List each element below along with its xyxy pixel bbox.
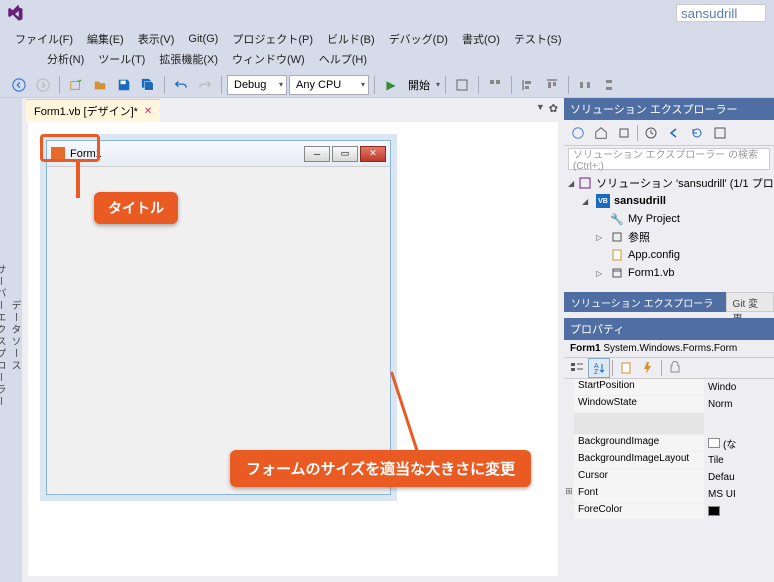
menu-git[interactable]: Git(G) bbox=[181, 31, 225, 47]
vspacing[interactable] bbox=[598, 74, 620, 96]
align-btn1[interactable] bbox=[484, 74, 506, 96]
tab-label: Form1.vb [デザイン]* bbox=[34, 103, 138, 119]
side-tab-server[interactable]: サーバーエクスプローラー bbox=[0, 264, 7, 408]
wrench-icon: 🔧 bbox=[610, 212, 624, 226]
se-house-icon[interactable] bbox=[591, 123, 611, 143]
redo-button[interactable] bbox=[194, 74, 216, 96]
start-label[interactable]: 開始 bbox=[404, 77, 434, 93]
menu-extensions[interactable]: 拡張機能(X) bbox=[152, 49, 225, 69]
side-tabs: データソース サーバーエクスプローラー ツールボックス bbox=[0, 98, 22, 582]
form-file-icon bbox=[610, 266, 624, 280]
vs-logo-icon bbox=[6, 5, 24, 23]
anno-size: フォームのサイズを適当な大きさに変更 bbox=[230, 450, 531, 487]
expander-icon[interactable]: ▷ bbox=[596, 233, 606, 242]
color-swatch bbox=[708, 506, 720, 516]
save-button[interactable] bbox=[113, 74, 135, 96]
tree-project[interactable]: ◢ VB sansudrill bbox=[568, 192, 770, 210]
color-swatch bbox=[708, 438, 720, 448]
form-designer[interactable]: Form1 ─ ▭ ✕ タイトル bbox=[28, 122, 558, 576]
minimize-icon: ─ bbox=[304, 146, 330, 162]
menu-project[interactable]: プロジェクト(P) bbox=[225, 29, 320, 49]
anno-title-highlight bbox=[40, 134, 100, 162]
align-left[interactable] bbox=[517, 74, 539, 96]
main-toolbar: Debug Any CPU ▶ 開始 ▾ bbox=[0, 72, 774, 98]
expander-icon[interactable]: ▷ bbox=[596, 269, 606, 278]
tab-options-icon[interactable]: ✿ bbox=[549, 102, 558, 115]
menu-tools[interactable]: ツール(T) bbox=[91, 49, 152, 69]
tab-form1-design[interactable]: Form1.vb [デザイン]* ✕ bbox=[26, 99, 160, 122]
se-home-icon[interactable] bbox=[568, 123, 588, 143]
tab-dropdown-icon[interactable]: ▼ bbox=[536, 102, 545, 115]
expander-icon[interactable]: ◢ bbox=[582, 197, 592, 206]
menu-analyze[interactable]: 分析(N) bbox=[40, 49, 91, 69]
document-tabs: Form1.vb [デザイン]* ✕ ▼ ✿ bbox=[22, 98, 564, 122]
events-icon[interactable] bbox=[637, 358, 659, 378]
open-button[interactable] bbox=[89, 74, 111, 96]
maximize-icon: ▭ bbox=[332, 146, 358, 162]
nav-fwd-button[interactable] bbox=[32, 74, 54, 96]
menu-format[interactable]: 書式(O) bbox=[455, 29, 507, 49]
new-project-button[interactable] bbox=[65, 74, 87, 96]
nav-back-button[interactable] bbox=[8, 74, 30, 96]
solution-icon bbox=[578, 176, 592, 190]
config-icon bbox=[610, 248, 624, 262]
se-nav-back[interactable] bbox=[664, 123, 684, 143]
config-combo[interactable]: Debug bbox=[227, 75, 287, 95]
tree-solution[interactable]: ◢ ソリューション 'sansudrill' (1/1 プロジェ bbox=[568, 174, 770, 192]
alphabetical-icon[interactable]: AZ bbox=[588, 358, 610, 378]
menu-window[interactable]: ウィンドウ(W) bbox=[225, 49, 312, 69]
reference-icon bbox=[610, 230, 624, 244]
close-window-icon: ✕ bbox=[360, 146, 386, 162]
tree-myproject[interactable]: 🔧 My Project bbox=[568, 210, 770, 228]
anno-title-line bbox=[76, 162, 80, 198]
se-tab-solution[interactable]: ソリューション エクスプローラー bbox=[564, 292, 726, 312]
expander-icon[interactable]: ◢ bbox=[568, 179, 574, 188]
menu-view[interactable]: 表示(V) bbox=[131, 29, 182, 49]
tree-appconfig[interactable]: App.config bbox=[568, 246, 770, 264]
expand-icon[interactable]: ⊞ bbox=[564, 486, 574, 502]
platform-combo[interactable]: Any CPU bbox=[289, 75, 369, 95]
menu-row-2: 分析(N) ツール(T) 拡張機能(X) ウィンドウ(W) ヘルプ(H) bbox=[0, 50, 774, 72]
props-page-icon[interactable] bbox=[615, 358, 637, 378]
se-history-icon[interactable] bbox=[641, 123, 661, 143]
tree-form1vb[interactable]: ▷ Form1.vb bbox=[568, 264, 770, 282]
se-bottom-tabs: ソリューション エクスプローラー Git 変更 bbox=[564, 292, 774, 312]
solution-tree: ◢ ソリューション 'sansudrill' (1/1 プロジェ ◢ VB sa… bbox=[564, 172, 774, 292]
titlebar bbox=[0, 0, 774, 28]
menu-build[interactable]: ビルド(B) bbox=[320, 29, 382, 49]
align-top[interactable] bbox=[541, 74, 563, 96]
menu-help[interactable]: ヘルプ(H) bbox=[312, 49, 374, 69]
se-tab-git[interactable]: Git 変更 bbox=[726, 292, 774, 312]
menu-edit[interactable]: 編集(E) bbox=[80, 29, 131, 49]
categorized-icon[interactable] bbox=[566, 358, 588, 378]
se-refresh-icon[interactable] bbox=[687, 123, 707, 143]
hspacing[interactable] bbox=[574, 74, 596, 96]
anno-title: タイトル bbox=[94, 192, 178, 224]
solution-explorer-header: ソリューション エクスプローラー bbox=[564, 98, 774, 120]
menu-test[interactable]: テスト(S) bbox=[507, 29, 569, 49]
save-all-button[interactable] bbox=[137, 74, 159, 96]
search-input[interactable] bbox=[676, 4, 766, 22]
undo-button[interactable] bbox=[170, 74, 192, 96]
menu-row-1: ファイル(F) 編集(E) 表示(V) Git(G) プロジェクト(P) ビルド… bbox=[0, 28, 774, 50]
vb-project-icon: VB bbox=[596, 194, 610, 208]
solution-search[interactable]: ソリューション エクスプローラー の検索 (Ctrl+;) bbox=[568, 148, 770, 170]
properties-grid[interactable]: StartPositionWindo WindowStateNorm Backg… bbox=[564, 379, 774, 582]
prop-extra-icon[interactable] bbox=[664, 358, 686, 378]
menu-debug[interactable]: デバッグ(D) bbox=[382, 29, 455, 49]
se-sync-icon[interactable] bbox=[614, 123, 634, 143]
properties-target: Form1 Form1 System.Windows.Forms.FormSys… bbox=[564, 340, 774, 357]
solution-explorer-toolbar bbox=[564, 120, 774, 146]
tab-close-icon[interactable]: ✕ bbox=[144, 106, 152, 117]
svg-text:Z: Z bbox=[594, 369, 599, 375]
start-button[interactable]: ▶ bbox=[380, 74, 402, 96]
properties-toolbar: AZ bbox=[564, 357, 774, 379]
tree-references[interactable]: ▷ 参照 bbox=[568, 228, 770, 246]
se-collapse-icon[interactable] bbox=[710, 123, 730, 143]
toolbox-button[interactable] bbox=[451, 74, 473, 96]
properties-header: プロパティ bbox=[564, 318, 774, 340]
side-tab-datasource[interactable]: データソース bbox=[7, 300, 22, 372]
form-title: Form1 bbox=[70, 148, 304, 160]
menu-file[interactable]: ファイル(F) bbox=[8, 29, 80, 49]
